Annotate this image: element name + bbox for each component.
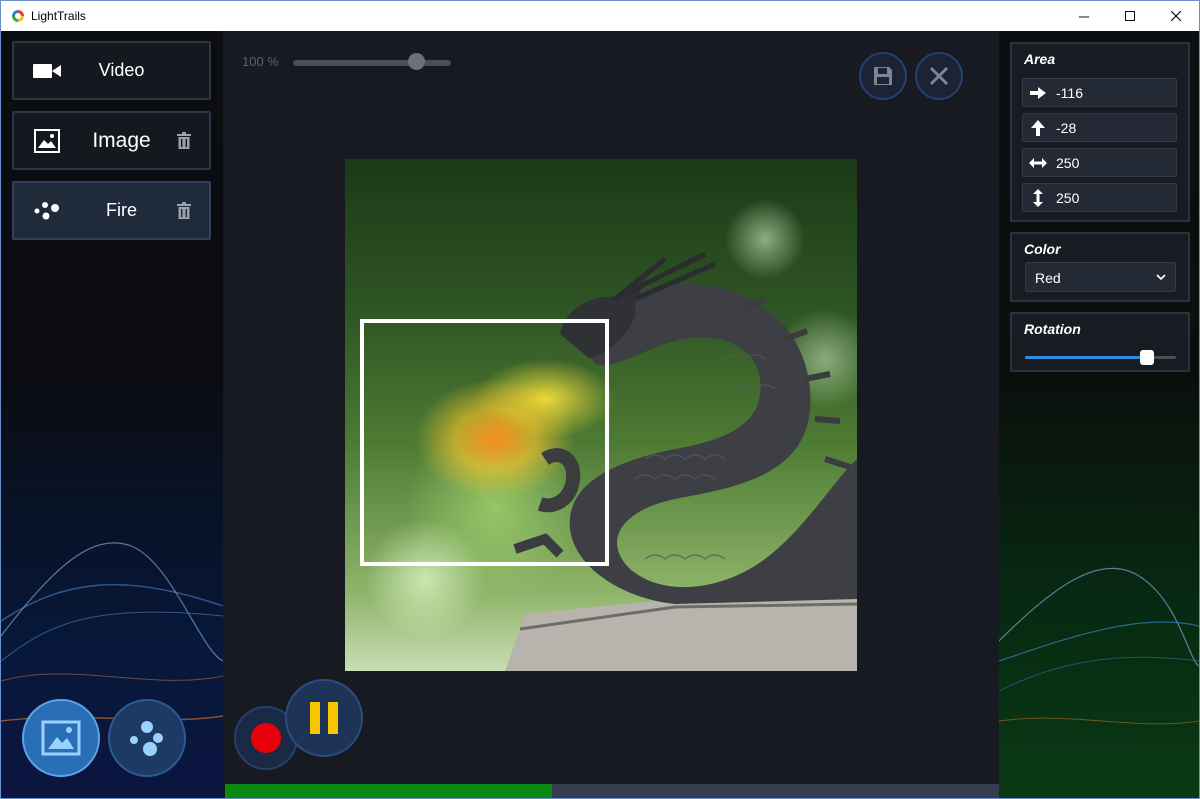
arrow-left-right-icon [1029,154,1047,172]
source-label-video: Video [98,60,145,80]
zoom-slider-track[interactable] [293,60,451,66]
rotation-slider-fill [1025,356,1148,359]
particles-icon [32,198,62,224]
arrow-up-down-icon [1029,189,1047,207]
app-logo-icon [12,10,24,22]
close-window-button[interactable] [1153,1,1199,31]
source-label-fire: Fire [106,200,137,220]
image-canvas[interactable] [345,159,857,671]
area-y-value: -28 [1056,120,1077,136]
area-selection-box[interactable] [360,319,609,566]
minimize-button[interactable] [1061,1,1107,31]
add-image-icon [41,720,81,756]
arrow-right-icon [1029,84,1047,102]
color-group: Color Red [1010,232,1190,302]
color-title: Color [1024,241,1061,257]
floppy-disk-icon [874,67,892,85]
arrow-up-icon [1029,119,1047,137]
close-button[interactable] [915,52,963,100]
source-item-image[interactable]: Image [12,111,211,170]
record-icon [251,723,281,753]
delete-image-trash-icon[interactable] [177,132,191,150]
area-height-field[interactable]: 250 [1022,183,1177,212]
add-image-button[interactable] [22,699,100,777]
area-title: Area [1024,51,1056,67]
image-icon [32,128,62,154]
area-group: Area -116 -28 250 250 [1010,42,1190,222]
zoom-slider-thumb[interactable] [407,53,425,70]
save-button[interactable] [859,52,907,100]
zoom-label: 100 % [242,54,279,69]
add-particles-icon [130,721,163,756]
maximize-button[interactable] [1107,1,1153,31]
preview-area: 100 % [223,31,999,798]
source-label-image: Image [92,129,151,152]
area-width-field[interactable]: 250 [1022,148,1177,177]
pause-button[interactable] [285,679,363,757]
timeline-progress-bar[interactable] [225,784,999,798]
timeline-progress-fill [225,784,552,798]
delete-fire-trash-icon[interactable] [177,202,191,220]
area-y-field[interactable]: -28 [1022,113,1177,142]
rotation-title: Rotation [1024,321,1081,337]
properties-panel: Area -116 -28 250 250 Color Red Rotation [999,31,1199,798]
video-camera-icon [32,58,62,84]
source-item-video[interactable]: Video [12,41,211,100]
area-height-value: 250 [1056,190,1080,206]
maximize-icon [1124,10,1135,21]
title-bar: LightTrails [1,1,1199,31]
color-select[interactable]: Red [1025,262,1176,292]
color-selected-value: Red [1035,270,1061,286]
source-item-fire[interactable]: Fire [12,181,211,240]
add-particles-button[interactable] [108,699,186,777]
rotation-slider-thumb[interactable] [1140,350,1155,365]
rotation-group: Rotation [1010,312,1190,372]
area-width-value: 250 [1056,155,1080,171]
area-x-field[interactable]: -116 [1022,78,1177,107]
close-icon [929,66,949,86]
area-x-value: -116 [1056,85,1083,101]
window-title: LightTrails [31,9,86,23]
light-trails-decoration-right [999,567,1199,725]
minimize-icon [1078,16,1089,17]
pause-icon [310,702,338,734]
close-icon [1170,10,1181,21]
chevron-down-icon [1156,274,1166,281]
app-window: LightTrails Video Image Fire 100 % Area … [0,0,1200,799]
sources-panel: Video Image Fire [1,31,223,798]
